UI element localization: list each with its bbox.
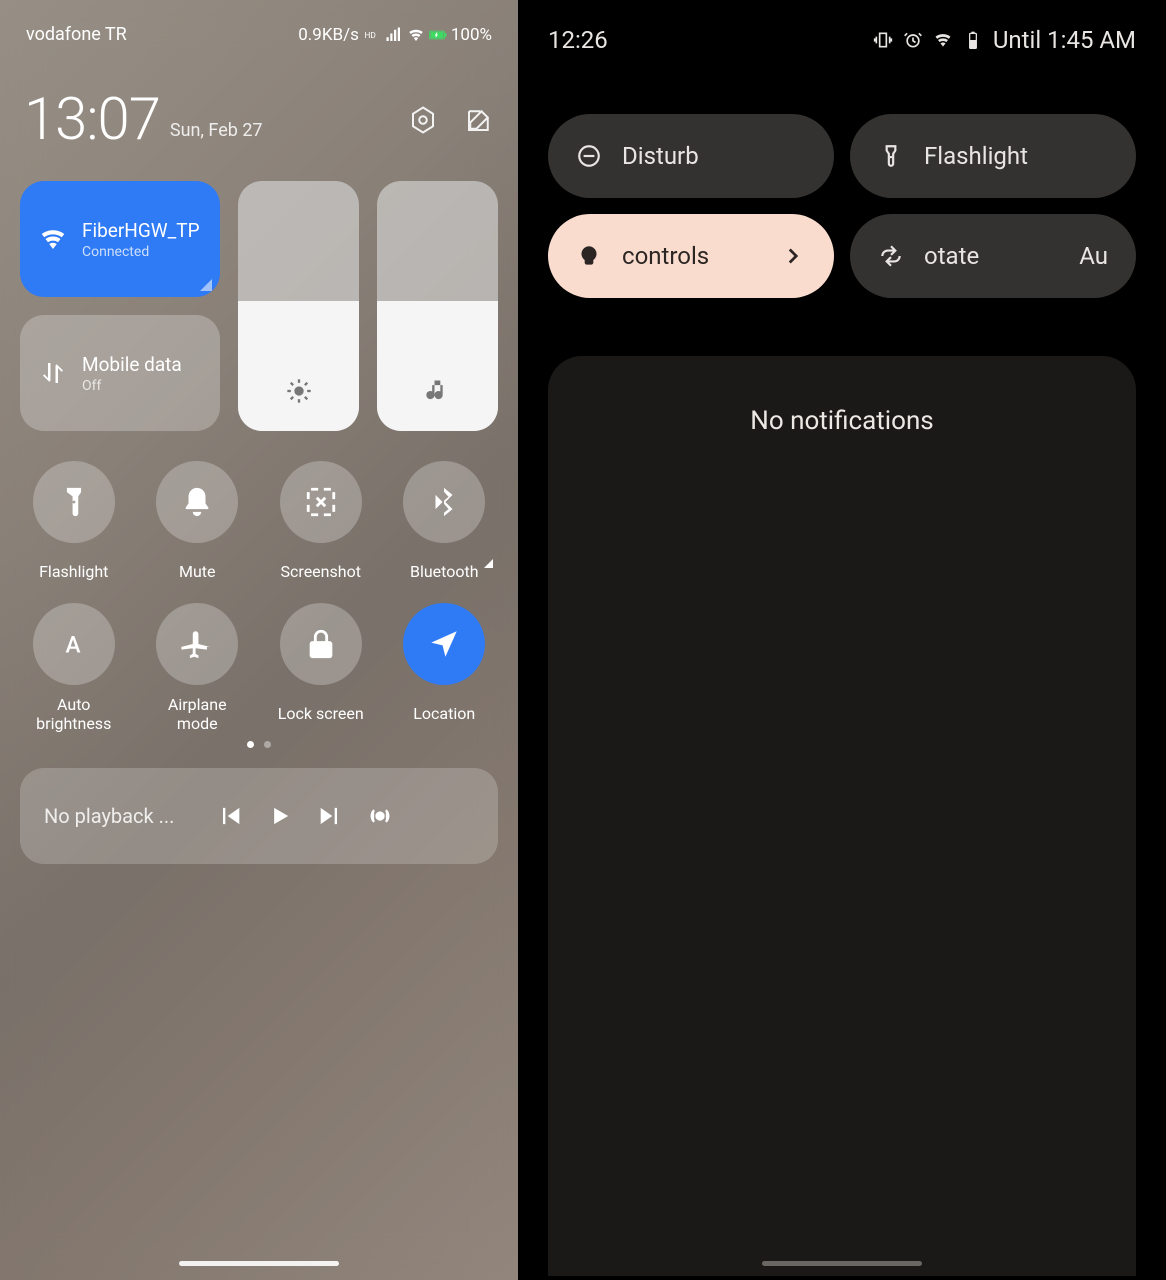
wifi-status: Connected [82,244,200,260]
page-indicator [20,741,498,748]
volume-slider[interactable] [377,181,498,431]
rotate-icon [878,243,904,269]
signal-icon [385,26,403,44]
quick-tiles-grid: Flashlight Mute Screenshot Bluetooth A A… [20,461,498,733]
tile-label: Airplane mode [168,695,227,733]
media-title: No playback ... [44,804,194,828]
lock-screen-tile[interactable] [280,603,362,685]
no-notifications-text: No notifications [750,406,933,436]
music-icon [424,377,452,405]
flashlight-tile[interactable]: Flashlight [850,114,1136,198]
home-indicator[interactable] [179,1261,339,1266]
flashlight-icon [878,143,904,169]
tile-label: Location [413,695,475,733]
play-icon[interactable] [266,802,294,830]
status-bar: 12:26 Until 1:45 AM [548,0,1136,54]
net-speed: 0.9KB/s [298,25,359,45]
brightness-slider[interactable] [238,181,359,431]
miui-control-center: vodafone TR 0.9KB/s HD 100% 13:07 Sun, F… [0,0,518,1280]
wifi-card[interactable]: FiberHGW_TP Connected [20,181,220,297]
brightness-icon [285,377,313,405]
screenshot-icon [304,485,338,519]
auto-brightness-tile[interactable]: A [33,603,115,685]
tile-label: Disturb [622,142,699,170]
edit-icon[interactable] [464,105,494,135]
lock-icon [304,627,338,661]
flashlight-tile[interactable] [33,461,115,543]
tile-label: Screenshot [281,553,361,591]
settings-icon[interactable] [408,105,438,135]
bulb-icon [576,243,602,269]
wifi-icon [407,26,425,44]
airplane-icon [180,627,214,661]
svg-text:A: A [65,632,80,659]
tile-label: Flashlight [39,553,108,591]
clock-header: 13:07 Sun, Feb 27 [20,91,498,149]
clock-time: 13:07 [24,91,160,149]
bluetooth-icon [427,485,461,519]
alarm-icon [903,30,923,50]
media-control-card[interactable]: No playback ... [20,768,498,864]
home-indicator[interactable] [762,1261,922,1266]
flashlight-icon [57,485,91,519]
tile-label: controls [622,242,709,270]
battery-icon [429,26,447,44]
mobile-data-status: Off [82,378,182,394]
tile-label: Auto brightness [36,695,111,733]
auto-rotate-tile[interactable]: otate Au [850,214,1136,298]
prev-track-icon[interactable] [216,802,244,830]
audio-output-icon[interactable] [366,802,394,830]
bell-icon [180,485,214,519]
dnd-tile[interactable]: Disturb [548,114,834,198]
wifi-name: FiberHGW_TP [82,219,200,242]
wifi-icon [933,30,953,50]
clock-time: 12:26 [548,26,608,54]
tile-label: Au [1079,242,1108,270]
chevron-right-icon [780,243,806,269]
auto-brightness-icon: A [57,627,91,661]
screenshot-tile[interactable] [280,461,362,543]
wifi-icon [38,224,68,254]
hd-icon: HD [363,26,381,44]
home-controls-tile[interactable]: controls [548,214,834,298]
tile-label: Mute [179,553,216,591]
clock-date: Sun, Feb 27 [170,120,263,149]
tile-label: Bluetooth [410,553,479,591]
notifications-panel: No notifications [548,356,1136,1276]
location-icon [427,627,461,661]
airplane-tile[interactable] [156,603,238,685]
battery-pct: 100% [451,25,492,45]
status-right: 0.9KB/s HD 100% [298,25,492,45]
mute-tile[interactable] [156,461,238,543]
carrier-label: vodafone TR [26,24,127,45]
battery-text: Until 1:45 AM [993,26,1136,54]
svg-text:HD: HD [364,31,375,41]
tile-label: otate [924,242,979,270]
expand-icon [484,559,493,568]
bluetooth-tile[interactable] [403,461,485,543]
dnd-icon [576,143,602,169]
location-tile[interactable] [403,603,485,685]
pixel-notification-shade: 12:26 Until 1:45 AM Disturb Flashlight c… [518,0,1166,1280]
tile-label: Flashlight [924,142,1028,170]
vibrate-icon [873,30,893,50]
status-bar: vodafone TR 0.9KB/s HD 100% [20,0,498,51]
tile-label: Lock screen [278,695,364,733]
quick-settings-tiles: Disturb Flashlight controls otate Au [548,114,1136,298]
mobile-data-icon [38,358,68,388]
mobile-data-label: Mobile data [82,353,182,376]
battery-icon [963,30,983,50]
next-track-icon[interactable] [316,802,344,830]
page-dot [264,741,271,748]
page-dot [247,741,254,748]
expand-corner-icon [200,279,212,291]
mobile-data-card[interactable]: Mobile data Off [20,315,220,431]
